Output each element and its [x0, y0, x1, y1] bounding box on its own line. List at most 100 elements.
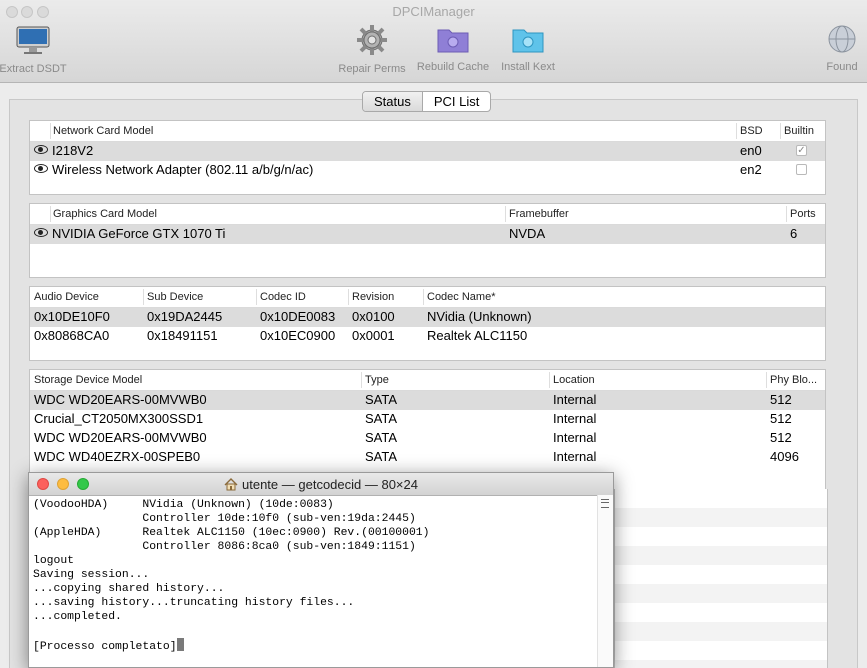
storage-model: WDC WD40EZRX-00SPEB0: [34, 449, 201, 464]
column-builtin[interactable]: Builtin: [784, 125, 814, 137]
audio-table-header: Audio Device Sub Device Codec ID Revisio…: [30, 287, 825, 308]
network-bsd: en0: [740, 143, 762, 158]
home-folder-icon: [224, 478, 238, 494]
audio-device: 0x80868CA0: [34, 328, 110, 343]
storage-location: Internal: [553, 449, 597, 464]
terminal-title: utente — getcodecid — 80×24: [29, 477, 613, 494]
purple-folder-icon: [414, 24, 492, 57]
graphics-table: Graphics Card Model Framebuffer Ports NV…: [29, 203, 826, 278]
network-model: Wireless Network Adapter (802.11 a/b/g/n…: [52, 162, 314, 177]
terminal-line: ...saving history...truncating history f…: [33, 597, 355, 609]
globe-icon: [820, 24, 864, 57]
text-cursor: [176, 638, 184, 651]
extract-dsdt-button[interactable]: Extract DSDT: [0, 24, 68, 75]
audio-device: 0x10DE10F0: [34, 309, 110, 324]
column-phy-block[interactable]: Phy Blo...: [770, 374, 817, 386]
view-segmented-control: Status PCI List: [362, 91, 492, 112]
rebuild-cache-label: Rebuild Cache: [416, 61, 490, 73]
terminal-scrollbar[interactable]: [597, 495, 613, 667]
table-row[interactable]: NVIDIA GeForce GTX 1070 Ti NVDA 6: [30, 225, 825, 244]
column-storage-device-model[interactable]: Storage Device Model: [34, 374, 142, 386]
eye-icon[interactable]: [34, 228, 48, 237]
column-network-card-model[interactable]: Network Card Model: [53, 125, 153, 137]
column-bsd[interactable]: BSD: [740, 125, 763, 137]
table-row[interactable]: I218V2 en0 ✓: [30, 142, 825, 161]
install-kext-button[interactable]: Install Kext: [497, 24, 559, 73]
table-row[interactable]: 0x80868CA0 0x18491151 0x10EC0900 0x0001 …: [30, 327, 825, 346]
audio-codec-id: 0x10EC0900: [260, 328, 336, 343]
table-row[interactable]: Wireless Network Adapter (802.11 a/b/g/n…: [30, 161, 825, 180]
builtin-checkbox-checked[interactable]: ✓: [796, 145, 807, 156]
scroll-menu-icon[interactable]: [601, 499, 609, 508]
column-type[interactable]: Type: [365, 374, 389, 386]
audio-sub-device: 0x18491151: [147, 328, 218, 343]
storage-type: SATA: [365, 430, 398, 445]
graphics-model: NVIDIA GeForce GTX 1070 Ti: [52, 226, 226, 241]
terminal-output[interactable]: (VoodooHDA) NVidia (Unknown) (10de:0083)…: [33, 498, 429, 654]
storage-phy-block: 512: [770, 411, 792, 426]
audio-table: Audio Device Sub Device Codec ID Revisio…: [29, 286, 826, 361]
network-table-header: Network Card Model BSD Builtin: [30, 121, 825, 142]
storage-location: Internal: [553, 392, 597, 407]
column-location[interactable]: Location: [553, 374, 595, 386]
audio-codec-name: NVidia (Unknown): [427, 309, 532, 324]
column-framebuffer[interactable]: Framebuffer: [509, 208, 569, 220]
column-revision[interactable]: Revision: [352, 291, 394, 303]
graphics-ports: 6: [790, 226, 798, 241]
extract-dsdt-label: Extract DSDT: [0, 63, 67, 75]
install-kext-label: Install Kext: [501, 61, 555, 73]
column-audio-device[interactable]: Audio Device: [34, 291, 99, 303]
terminal-line: (AppleHDA) Realtek ALC1150 (10ec:0900) R…: [33, 527, 430, 539]
eye-icon[interactable]: [34, 164, 48, 173]
storage-model: WDC WD20EARS-00MVWB0: [34, 392, 207, 407]
rebuild-cache-button[interactable]: Rebuild Cache: [414, 24, 492, 73]
column-codec-id[interactable]: Codec ID: [260, 291, 306, 303]
network-bsd: en2: [740, 162, 762, 177]
table-row[interactable]: 0x10DE10F0 0x19DA2445 0x10DE0083 0x0100 …: [30, 308, 825, 327]
column-sub-device[interactable]: Sub Device: [147, 291, 203, 303]
column-codec-name[interactable]: Codec Name*: [427, 291, 495, 303]
storage-phy-block: 512: [770, 430, 792, 445]
storage-model: WDC WD20EARS-00MVWB0: [34, 430, 207, 445]
table-row[interactable]: WDC WD40EZRX-00SPEB0 SATA Internal 4096: [30, 448, 825, 467]
graphics-framebuffer: NVDA: [509, 226, 546, 241]
audio-revision: 0x0001: [352, 328, 395, 343]
window-title: DPCIManager: [392, 4, 475, 19]
audio-sub-device: 0x19DA2445: [147, 309, 223, 324]
audio-codec-name: Realtek ALC1150: [427, 328, 528, 343]
terminal-line: Saving session...: [33, 569, 150, 581]
imac-icon: [0, 24, 68, 59]
table-row[interactable]: WDC WD20EARS-00MVWB0 SATA Internal 512: [30, 391, 825, 410]
terminal-line: ...copying shared history...: [33, 583, 225, 595]
builtin-checkbox[interactable]: [796, 164, 807, 175]
found-button[interactable]: Found: [820, 24, 864, 73]
column-ports[interactable]: Ports: [790, 208, 816, 220]
graphics-table-header: Graphics Card Model Framebuffer Ports: [30, 204, 825, 225]
eye-icon[interactable]: [34, 145, 48, 154]
terminal-line: logout: [33, 555, 75, 567]
column-graphics-card-model[interactable]: Graphics Card Model: [53, 208, 157, 220]
tab-status[interactable]: Status: [363, 92, 423, 111]
storage-phy-block: 512: [770, 392, 792, 407]
audio-revision: 0x0100: [352, 309, 395, 324]
storage-empty-rows: [614, 489, 828, 668]
terminal-line: [Processo completato]: [33, 641, 177, 653]
tab-pci-list[interactable]: PCI List: [423, 92, 491, 111]
blue-folder-icon: [497, 24, 559, 57]
main-titlebar: DPCIManager Extract DSDT Repair Perms Re…: [0, 0, 867, 83]
terminal-line: ...completed.: [33, 611, 122, 623]
storage-type: SATA: [365, 449, 398, 464]
terminal-line: (VoodooHDA) NVidia (Unknown) (10de:0083): [33, 499, 334, 511]
storage-table-header: Storage Device Model Type Location Phy B…: [30, 370, 825, 391]
terminal-line: Controller 10de:10f0 (sub-ven:19da:2445): [33, 513, 416, 525]
network-table: Network Card Model BSD Builtin I218V2 en…: [29, 120, 826, 195]
storage-location: Internal: [553, 411, 597, 426]
terminal-window: utente — getcodecid — 80×24 (VoodooHDA) …: [28, 472, 614, 668]
terminal-titlebar[interactable]: utente — getcodecid — 80×24: [29, 473, 613, 496]
repair-perms-button[interactable]: Repair Perms: [336, 24, 408, 75]
repair-perms-label: Repair Perms: [338, 63, 406, 75]
table-row[interactable]: Crucial_CT2050MX300SSD1 SATA Internal 51…: [30, 410, 825, 429]
storage-phy-block: 4096: [770, 449, 799, 464]
table-row[interactable]: WDC WD20EARS-00MVWB0 SATA Internal 512: [30, 429, 825, 448]
